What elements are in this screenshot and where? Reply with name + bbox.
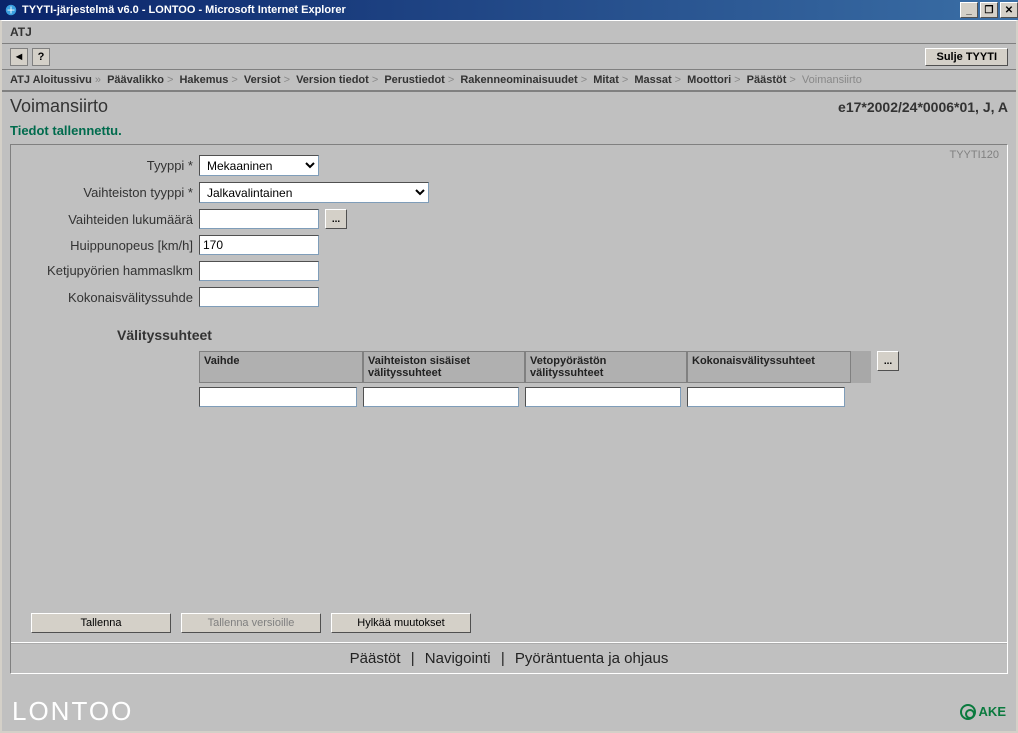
page-code: e17*2002/24*0006*01, J, A <box>838 99 1008 115</box>
close-app-button[interactable]: Sulje TYYTI <box>925 48 1008 66</box>
bottom-nav: Päästöt | Navigointi | Pyöräntuenta ja o… <box>11 642 1007 667</box>
tyyppi-select[interactable]: Mekaaninen <box>199 155 319 176</box>
crumb-10[interactable]: Päästöt <box>747 74 787 86</box>
bottom-nav-2[interactable]: Pyöräntuenta ja ohjaus <box>515 650 668 667</box>
help-icon[interactable]: ? <box>32 48 50 66</box>
ratio-header-2: Vetopyörästön välityssuhteet <box>525 351 687 383</box>
hylkaa-button[interactable]: Hylkää muutokset <box>331 613 471 633</box>
tallenna-button[interactable]: Tallenna <box>31 613 171 633</box>
toolbar: ◄ ? Sulje TYYTI <box>2 44 1016 70</box>
crumb-4[interactable]: Version tiedot <box>296 74 369 86</box>
vaihteiden-more-button[interactable]: ... <box>325 209 347 229</box>
kokonais-input[interactable] <box>199 287 319 307</box>
ratio-header-3: Kokonaisvälityssuhteet <box>687 351 851 383</box>
huippunopeus-label: Huippunopeus [km/h] <box>31 238 199 253</box>
ratio-header-0: Vaihde <box>199 351 363 383</box>
status-message: Tiedot tallennettu. <box>2 121 1016 144</box>
crumb-3[interactable]: Versiot <box>244 74 281 86</box>
crumb-9[interactable]: Moottori <box>687 74 731 86</box>
ake-text: AKE <box>979 704 1006 719</box>
vaihteiden-input[interactable] <box>199 209 319 229</box>
huippunopeus-input[interactable] <box>199 235 319 255</box>
ratio-input-1[interactable] <box>363 387 519 407</box>
panel-id: TYYTI120 <box>949 149 999 161</box>
ake-logo: AKE <box>960 704 1006 720</box>
crumb-0[interactable]: ATJ Aloitussivu <box>10 74 92 86</box>
ratio-input-2[interactable] <box>525 387 681 407</box>
footer-logo: LONTOO <box>12 696 133 727</box>
ratio-input-0[interactable] <box>199 387 357 407</box>
ie-icon <box>4 3 18 17</box>
ketjupyorien-input[interactable] <box>199 261 319 281</box>
crumb-8[interactable]: Massat <box>634 74 671 86</box>
window-maximize-button[interactable]: ❐ <box>980 2 998 18</box>
kokonais-label: Kokonaisvälityssuhde <box>31 290 199 305</box>
ratio-more-button[interactable]: ... <box>877 351 899 371</box>
crumb-1[interactable]: Päävalikko <box>107 74 164 86</box>
window-minimize-button[interactable]: _ <box>960 2 978 18</box>
menubar: ATJ <box>2 21 1016 44</box>
crumb-2[interactable]: Hakemus <box>179 74 228 86</box>
crumb-current: Voimansiirto <box>802 74 862 86</box>
bottom-nav-0[interactable]: Päästöt <box>350 650 401 667</box>
vaihteiden-label: Vaihteiden lukumäärä <box>31 212 199 227</box>
ake-icon <box>960 704 976 720</box>
window-titlebar: TYYTI-järjestelmä v6.0 - LONTOO - Micros… <box>0 0 1018 20</box>
ratio-header-1: Vaihteiston sisäiset välityssuhteet <box>363 351 525 383</box>
vaihteiston-label: Vaihteiston tyyppi * <box>31 185 199 200</box>
window-close-button[interactable]: ✕ <box>1000 2 1018 18</box>
section-title: Välityssuhteet <box>117 327 987 343</box>
crumb-6[interactable]: Rakenneominaisuudet <box>460 74 577 86</box>
tyyppi-label: Tyyppi * <box>31 158 199 173</box>
menu-atj[interactable]: ATJ <box>10 25 32 39</box>
page-title: Voimansiirto <box>10 96 838 117</box>
ketjupyorien-label: Ketjupyörien hammaslkm <box>31 264 199 278</box>
window-title: TYYTI-järjestelmä v6.0 - LONTOO - Micros… <box>22 4 958 16</box>
tallenna-versioille-button[interactable]: Tallenna versioille <box>181 613 321 633</box>
crumb-5[interactable]: Perustiedot <box>384 74 445 86</box>
crumb-7[interactable]: Mitat <box>593 74 619 86</box>
vaihteiston-select[interactable]: Jalkavalintainen <box>199 182 429 203</box>
ratio-input-3[interactable] <box>687 387 845 407</box>
bottom-nav-1[interactable]: Navigointi <box>425 650 491 667</box>
form-panel: TYYTI120 Tyyppi * Mekaaninen Vaihteiston… <box>10 144 1008 674</box>
breadcrumb: ATJ Aloitussivu» Päävalikko> Hakemus> Ve… <box>2 70 1016 92</box>
back-icon[interactable]: ◄ <box>10 48 28 66</box>
